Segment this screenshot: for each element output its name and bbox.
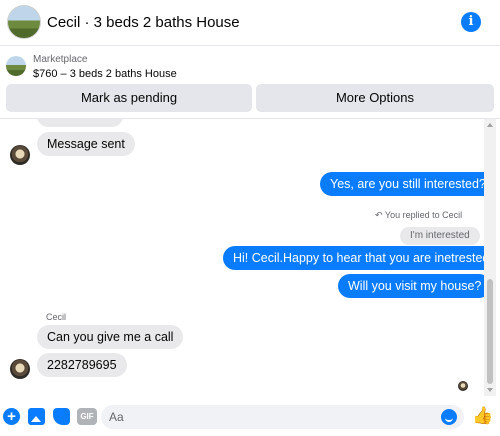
cecil-avatar[interactable] [10, 145, 30, 165]
message-bubble-outgoing: Will you visit my house? [338, 274, 484, 298]
info-icon[interactable]: i [461, 12, 481, 32]
thumbs-up-icon[interactable]: 👍 [472, 406, 493, 426]
plus-icon[interactable]: + [3, 408, 20, 425]
cecil-avatar[interactable] [10, 359, 30, 379]
mark-pending-button[interactable]: Mark as pending [6, 84, 252, 112]
message-composer: + GIF 👍 [0, 396, 500, 436]
photo-icon[interactable] [28, 408, 45, 425]
scroll-up-arrow-icon[interactable] [487, 123, 493, 127]
message-bubble-incoming: 2282789695 [37, 353, 127, 377]
marketplace-label: Marketplace [33, 54, 88, 65]
reply-indicator: ↶ You replied to Cecil [375, 210, 462, 221]
marketplace-bar: Marketplace $760 – 3 beds 2 baths House … [0, 47, 500, 119]
scrollbar-thumb[interactable] [487, 279, 493, 384]
listing-thumbnail[interactable] [7, 5, 41, 39]
sender-name: Cecil [46, 312, 67, 322]
reply-note: You replied to Cecil [384, 210, 463, 220]
reply-arrow-icon: ↶ [375, 210, 383, 220]
more-options-button[interactable]: More Options [256, 84, 494, 112]
sticker-icon[interactable] [53, 408, 70, 425]
message-bubble-outgoing: Hi! Cecil.Happy to hear that you are ine… [223, 246, 484, 270]
message-bubble-incoming: Can you give me a call [37, 325, 184, 349]
quoted-message: I'm interested [400, 227, 480, 245]
conversation-title[interactable]: Cecil · 3 beds 2 baths House [47, 14, 240, 31]
conversation-header: Cecil · 3 beds 2 baths House i [0, 0, 500, 46]
scroll-down-arrow-icon[interactable] [487, 388, 493, 392]
message-list: Message sent Yes, are you still interest… [0, 119, 484, 396]
message-input-wrapper [101, 405, 464, 429]
gif-icon[interactable]: GIF [77, 408, 97, 425]
listing-small-thumbnail[interactable] [6, 56, 26, 76]
listing-summary[interactable]: $760 – 3 beds 2 baths House [33, 68, 177, 80]
message-bubble-partial [37, 119, 123, 127]
read-receipt-avatar [458, 381, 468, 391]
message-bubble-outgoing: Yes, are you still interested? [320, 172, 484, 196]
chat-scrollbar[interactable] [484, 119, 496, 396]
message-bubble-incoming: Message sent [37, 132, 135, 156]
message-input[interactable] [109, 405, 429, 429]
emoji-icon[interactable] [441, 409, 457, 425]
